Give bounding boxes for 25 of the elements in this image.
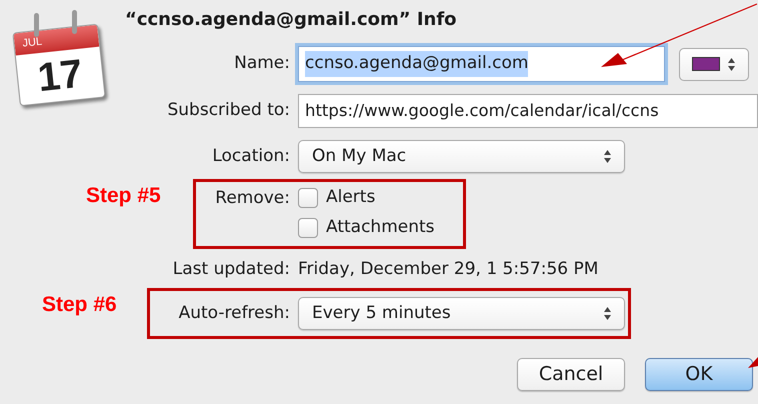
color-popup[interactable] (679, 48, 749, 80)
step-label: Step #6 (42, 292, 117, 318)
field-label: Subscribed to: (167, 99, 290, 122)
field-label: Auto-refresh: (178, 302, 290, 325)
refresh-popup[interactable]: Every 5 minutes (298, 297, 625, 330)
checkbox[interactable] (298, 188, 318, 208)
url-field[interactable]: https://www.google.com/calendar/ical/ccns (298, 94, 758, 128)
updown-icon (603, 149, 612, 164)
updown-icon (603, 306, 612, 321)
window-title: “ccnso.agenda@gmail.com” Info (125, 8, 457, 32)
checkbox-label: Attachments (326, 216, 435, 240)
checkbox-label: Alerts (326, 186, 376, 210)
checkbox[interactable] (298, 218, 318, 238)
field-label: Location: (212, 144, 290, 168)
location-popup[interactable]: On My Mac (298, 140, 625, 173)
arrow (748, 357, 758, 368)
field-label: Last updated: (172, 258, 290, 281)
field-label: Name: (234, 52, 290, 76)
last-updated-value: Friday, December 29, 1 5:57:56 PM (298, 258, 598, 281)
updown-icon (727, 56, 736, 72)
cancel-button[interactable]: Cancel (517, 358, 625, 391)
field-label: Remove: (215, 187, 290, 210)
name-field[interactable]: ccnso.agenda@gmail.com (298, 46, 665, 82)
step-label: Step #5 (86, 183, 161, 209)
ok-button[interactable]: OK (645, 358, 753, 391)
